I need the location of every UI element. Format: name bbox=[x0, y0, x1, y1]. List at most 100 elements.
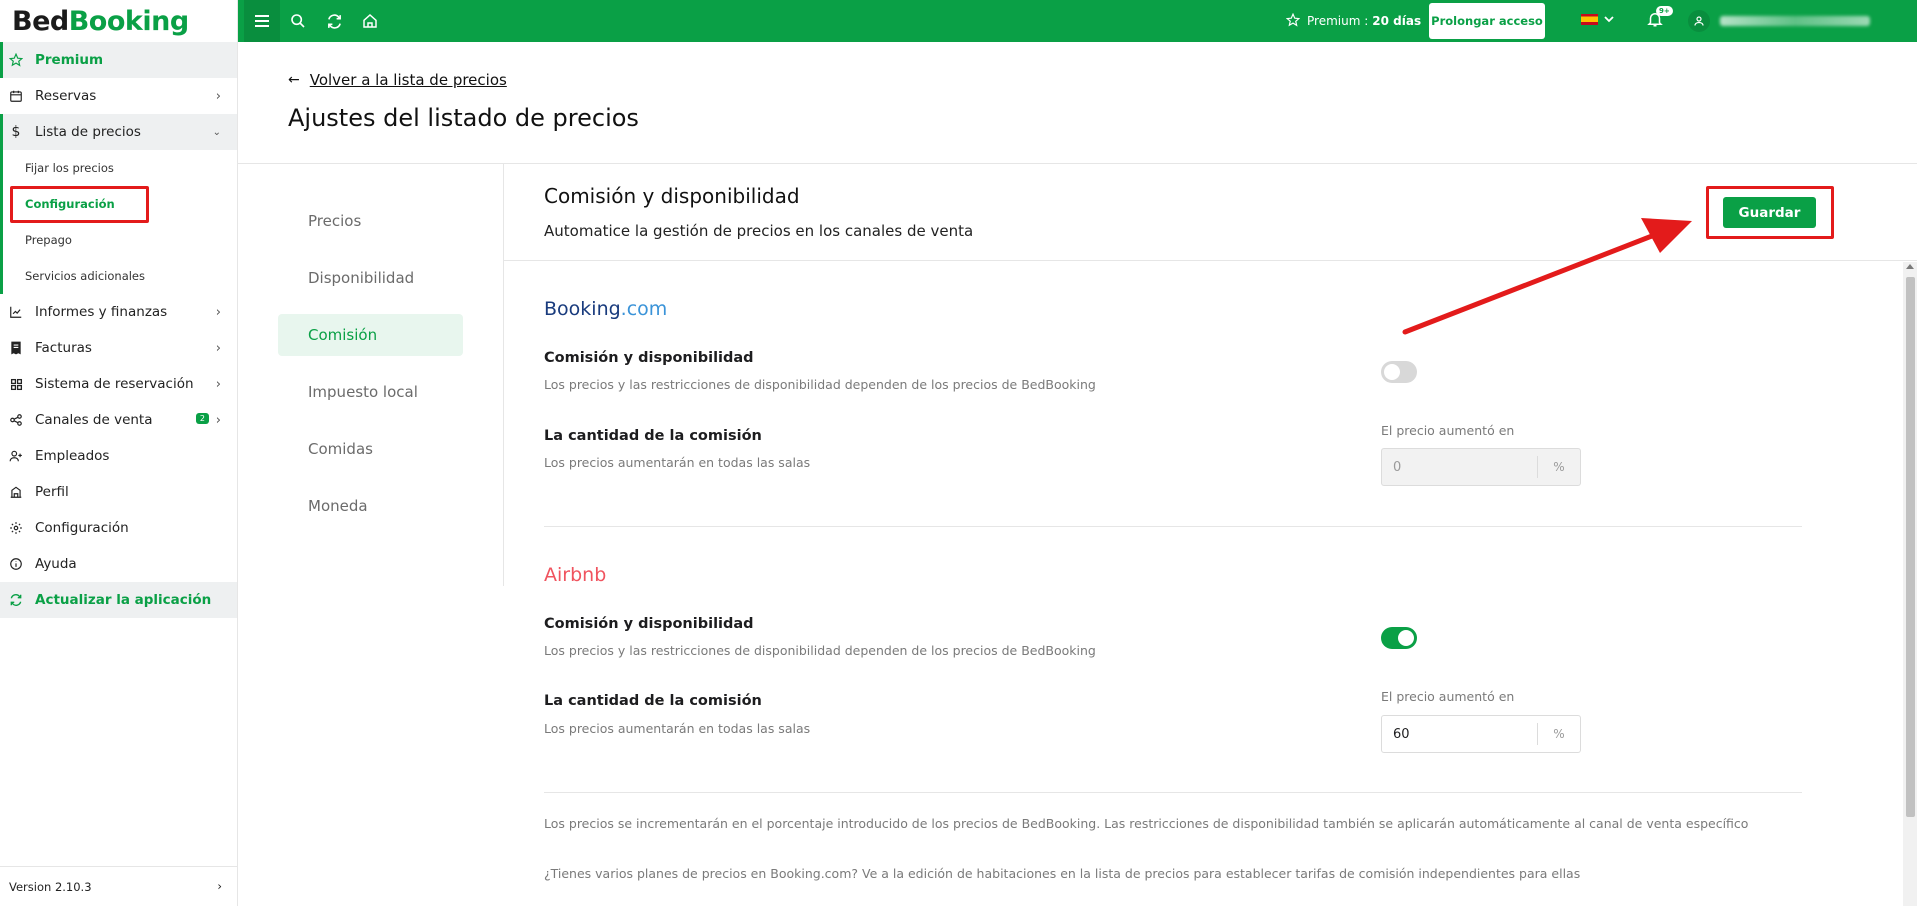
chevron-down-icon bbox=[1604, 12, 1614, 27]
sidebar-item-actualizar[interactable]: Actualizar la aplicación bbox=[0, 582, 237, 618]
sidebar-subitem-servicios[interactable]: Servicios adicionales bbox=[3, 258, 237, 294]
toggle-knob bbox=[1384, 364, 1400, 380]
chevron-right-icon: › bbox=[217, 879, 222, 893]
info-icon bbox=[8, 556, 24, 572]
calendar-icon bbox=[8, 88, 24, 104]
refresh-icon bbox=[8, 592, 24, 608]
sidebar-subitem-fijar-precios[interactable]: Fijar los precios bbox=[3, 150, 237, 186]
prolong-access-button[interactable]: Prolongar acceso bbox=[1429, 3, 1545, 39]
scroll-up-icon[interactable] bbox=[1906, 264, 1914, 269]
sidebar-label: Premium bbox=[35, 52, 104, 68]
sidebar-item-lista-precios[interactable]: $ Lista de precios ⌄ bbox=[0, 114, 237, 150]
input-value: 60 bbox=[1393, 726, 1410, 742]
sidebar: Bed Booking Premium Reservas › $ Lista de… bbox=[0, 0, 238, 906]
sidebar-item-facturas[interactable]: Facturas › bbox=[0, 330, 237, 366]
logo-part-1: Bed bbox=[12, 5, 69, 37]
scrollbar-thumb[interactable] bbox=[1906, 277, 1915, 817]
count-badge: 2 bbox=[195, 413, 209, 424]
username-redacted bbox=[1720, 16, 1870, 26]
airbnb-field-label: El precio aumentó en bbox=[1381, 689, 1515, 704]
sidebar-item-configuracion[interactable]: Configuración bbox=[0, 510, 237, 546]
divider bbox=[238, 163, 1917, 164]
language-selector[interactable] bbox=[1581, 12, 1614, 27]
airbnb-commission-input[interactable]: 60 % bbox=[1381, 715, 1581, 753]
tab-precios[interactable]: Precios bbox=[278, 200, 463, 242]
channel-booking: Booking.com Comisión y disponibilidad Lo… bbox=[544, 298, 1802, 528]
tab-moneda[interactable]: Moneda bbox=[278, 485, 463, 527]
booking-commission-title: La cantidad de la comisión bbox=[544, 428, 762, 444]
booking-logo: Booking.com bbox=[544, 298, 668, 320]
booking-commission-input: 0 % bbox=[1381, 448, 1581, 486]
premium-label: Premium : bbox=[1307, 14, 1369, 28]
sidebar-item-sistema[interactable]: Sistema de reservación › bbox=[0, 366, 237, 402]
footnote-1: Los precios se incrementarán en el porce… bbox=[544, 816, 1749, 831]
airbnb-commission-title: La cantidad de la comisión bbox=[544, 693, 762, 709]
settings-tabs: Precios Disponibilidad Comisión Impuesto… bbox=[278, 200, 463, 542]
sidebar-item-ayuda[interactable]: Ayuda bbox=[0, 546, 237, 582]
sidebar-label: Informes y finanzas bbox=[35, 304, 168, 320]
sidebar-subitem-prepago[interactable]: Prepago bbox=[3, 222, 237, 258]
back-link-label: Volver a la lista de precios bbox=[309, 71, 507, 89]
spain-flag-icon bbox=[1581, 14, 1598, 25]
gear-icon bbox=[8, 520, 24, 536]
menu-icon[interactable] bbox=[244, 0, 280, 42]
tab-comision[interactable]: Comisión bbox=[278, 314, 463, 356]
page-title: Ajustes del listado de precios bbox=[288, 104, 639, 132]
building-icon bbox=[8, 484, 24, 500]
notification-badge: 9+ bbox=[1656, 6, 1673, 16]
sidebar-label: Sistema de reservación bbox=[35, 376, 194, 392]
search-icon[interactable] bbox=[280, 0, 316, 42]
app-logo[interactable]: Bed Booking bbox=[0, 0, 237, 42]
sidebar-label: Canales de venta bbox=[35, 412, 153, 428]
star-icon bbox=[1285, 12, 1301, 30]
booking-commission-desc: Los precios aumentarán en todas las sala… bbox=[544, 455, 811, 470]
home-icon[interactable] bbox=[352, 0, 388, 42]
sidebar-label: Lista de precios bbox=[35, 124, 141, 140]
sidebar-label: Empleados bbox=[35, 448, 110, 464]
chevron-down-icon: ⌄ bbox=[212, 127, 221, 138]
sidebar-item-perfil[interactable]: Perfil bbox=[0, 474, 237, 510]
booking-toggle-title: Comisión y disponibilidad bbox=[544, 350, 754, 366]
chevron-right-icon: › bbox=[215, 413, 221, 428]
arrow-left-icon: ← bbox=[288, 72, 300, 88]
chevron-right-icon: › bbox=[215, 377, 221, 392]
airbnb-toggle-title: Comisión y disponibilidad bbox=[544, 616, 754, 632]
premium-status: Premium : 20 días bbox=[1285, 0, 1422, 42]
divider bbox=[503, 163, 504, 586]
chart-icon bbox=[8, 304, 24, 320]
version-label: Version 2.10.3 bbox=[9, 879, 92, 894]
airbnb-commission-desc: Los precios aumentarán en todas las sala… bbox=[544, 721, 811, 736]
divider bbox=[544, 526, 1802, 527]
airbnb-logo: Airbnb bbox=[544, 564, 607, 586]
booking-toggle-desc: Los precios y las restricciones de dispo… bbox=[544, 377, 1096, 392]
sidebar-item-reservas[interactable]: Reservas › bbox=[0, 78, 237, 114]
tab-comidas[interactable]: Comidas bbox=[278, 428, 463, 470]
percent-unit: % bbox=[1553, 727, 1565, 741]
sidebar-item-premium[interactable]: Premium bbox=[0, 42, 237, 78]
tab-disponibilidad[interactable]: Disponibilidad bbox=[278, 257, 463, 299]
booking-commission-toggle[interactable] bbox=[1381, 361, 1417, 383]
scrollbar[interactable] bbox=[1903, 262, 1917, 906]
logo-part-2: Booking bbox=[68, 5, 189, 37]
sidebar-label: Reservas bbox=[35, 88, 97, 104]
channel-airbnb: Airbnb Comisión y disponibilidad Los pre… bbox=[544, 564, 1802, 794]
tab-impuesto-local[interactable]: Impuesto local bbox=[278, 371, 463, 413]
divider bbox=[544, 792, 1802, 793]
toggle-knob bbox=[1398, 630, 1414, 646]
user-menu[interactable] bbox=[1688, 10, 1870, 32]
sidebar-label: Configuración bbox=[35, 520, 129, 536]
premium-days: 20 días bbox=[1372, 14, 1422, 28]
chevron-right-icon: › bbox=[215, 341, 221, 356]
airbnb-commission-toggle[interactable] bbox=[1381, 627, 1417, 649]
airbnb-toggle-desc: Los precios y las restricciones de dispo… bbox=[544, 643, 1096, 658]
version-footer[interactable]: Version 2.10.3 › bbox=[0, 866, 238, 906]
sidebar-item-empleados[interactable]: Empleados bbox=[0, 438, 237, 474]
sidebar-item-canales[interactable]: Canales de venta 2 › bbox=[0, 402, 237, 438]
top-bar: Premium : 20 días Prolongar acceso 9+ bbox=[238, 0, 1917, 42]
back-to-price-list-link[interactable]: ← Volver a la lista de precios bbox=[288, 71, 507, 89]
sync-icon[interactable] bbox=[316, 0, 352, 42]
sidebar-item-informes[interactable]: Informes y finanzas › bbox=[0, 294, 237, 330]
annotation-box-save bbox=[1706, 186, 1834, 239]
grid-icon bbox=[8, 376, 24, 392]
sidebar-label: Perfil bbox=[35, 484, 69, 500]
